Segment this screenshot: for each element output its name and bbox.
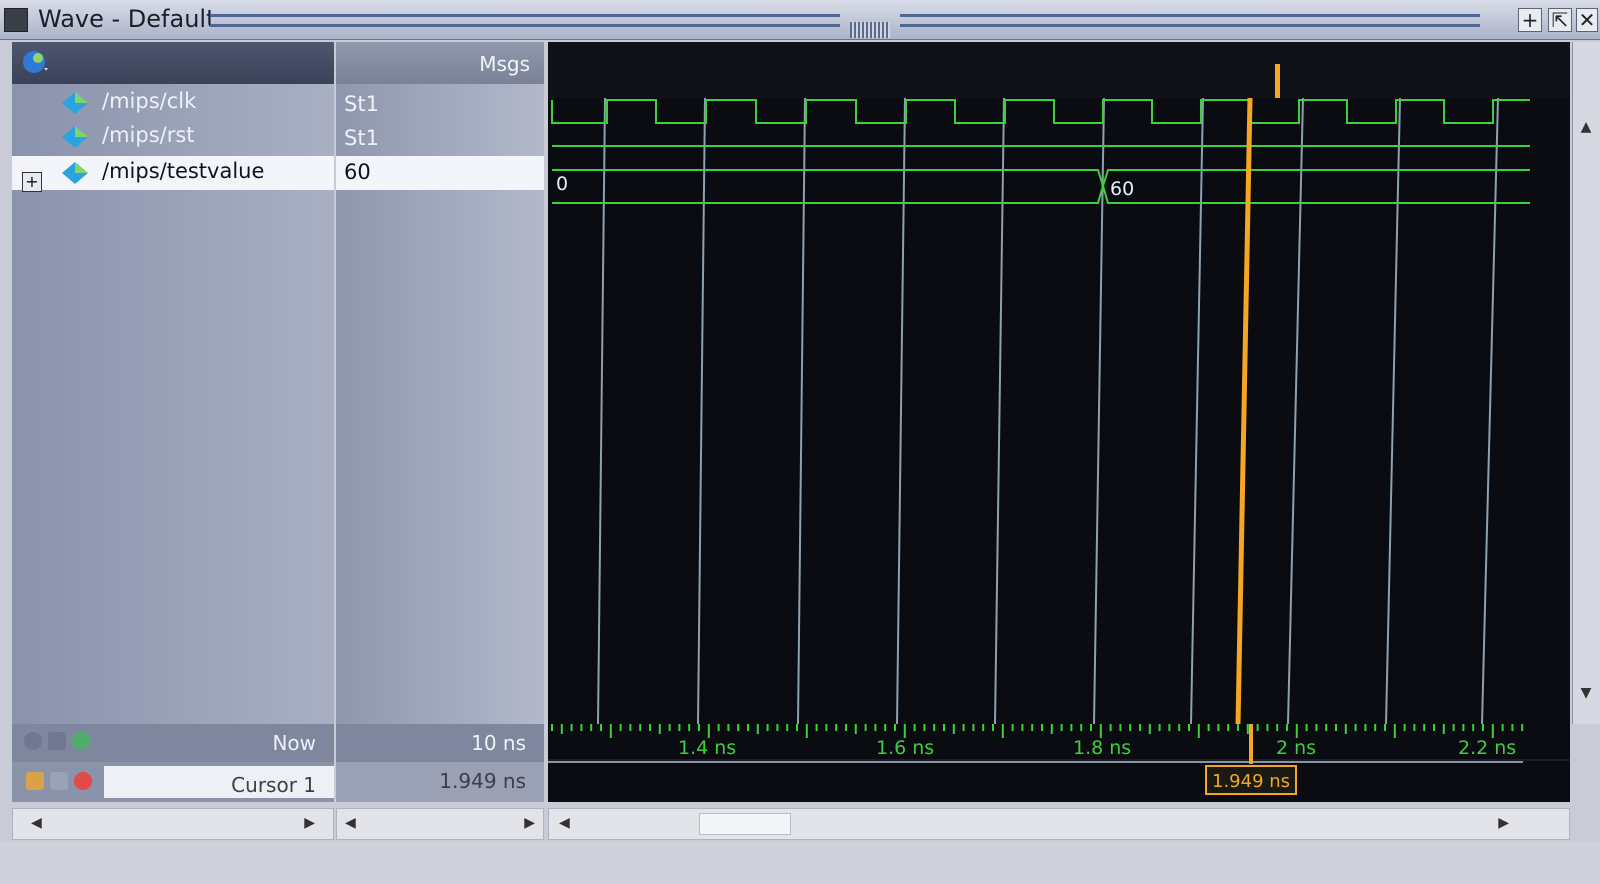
signal-name-pane[interactable]: /mips/clk /mips/rst /mips/testvalue [12,84,334,724]
waveform-svg: 0 60 [551,98,1530,724]
window-frame [0,842,1600,884]
wave-window-icon [4,8,28,32]
scroll-left-icon[interactable]: ◀ [31,815,42,831]
close-button[interactable]: ✕ [1576,8,1598,32]
signal-name: /mips/clk [102,89,197,113]
signal-diamond-icon [62,92,88,114]
signal-value: 60 [344,160,371,184]
signal-name: /mips/testvalue [102,159,265,183]
wave-header [548,42,1570,98]
drag-handle[interactable] [850,22,890,38]
signal-row-rst[interactable]: /mips/rst [12,120,334,154]
tick-label: 2.2 ns [1458,737,1516,759]
scroll-left-icon[interactable]: ◀ [345,815,356,831]
title-grip [900,24,1480,27]
value-row: St1 [336,88,544,122]
vertical-scrollbar[interactable]: ▲ ▼ [1572,42,1600,724]
cursor-value: 1.949 ns [439,769,526,793]
cursor-row[interactable]: Cursor 1 [12,762,334,802]
time-ruler[interactable]: 1.4 ns 1.6 ns 1.8 ns 2 ns 2.2 ns 1.949 n… [548,724,1570,802]
now-label: Now [272,731,316,755]
cursor-label: Cursor 1 [231,773,316,797]
remove-cursor-icon[interactable] [74,772,92,790]
undock-button[interactable]: ⇱ [1548,8,1572,32]
cursor-marker-label: 1.949 ns [1212,771,1290,792]
add-cursor-icon[interactable] [72,732,90,750]
testvalue-bus [552,169,1530,204]
time-ruler-svg: 1.4 ns 1.6 ns 1.8 ns 2 ns 2.2 ns 1.949 n… [548,724,1570,795]
bus-value-60: 60 [1110,178,1134,200]
cursor-line-top [1275,64,1280,98]
scroll-down-icon[interactable]: ▼ [1575,682,1597,704]
title-grip [900,14,1480,17]
tick-label: 1.6 ns [876,737,934,759]
ruler-ticks [551,724,1524,738]
value-row: 60 [336,156,544,190]
signal-diamond-icon [62,126,88,148]
signal-value: St1 [344,126,379,150]
signal-value-pane[interactable]: St1 St1 60 [336,84,544,724]
tick-label: 1.8 ns [1073,737,1131,759]
title-bar[interactable]: Wave - Default + ⇱ ✕ [0,0,1600,40]
scroll-left-icon[interactable]: ◀ [559,815,570,831]
title-grip [210,24,840,27]
scroll-up-icon[interactable]: ▲ [1575,116,1597,138]
now-value-cell: 10 ns [336,724,544,762]
lock-icon[interactable] [26,772,44,790]
wave-hscrollbar[interactable]: ◀ ▶ [548,808,1570,840]
clk-waveform [551,99,1530,124]
signal-diamond-icon [62,162,88,184]
signal-name: /mips/rst [102,123,195,147]
scroll-right-icon[interactable]: ▶ [524,815,535,831]
names-hscrollbar[interactable]: ◀ ▶ [12,808,334,840]
now-value: 10 ns [471,731,526,755]
zoom-icon[interactable] [24,732,42,750]
monitor-icon[interactable] [48,732,66,750]
wave-toolbar-icon[interactable] [20,48,52,76]
add-pane-button[interactable]: + [1518,8,1542,32]
expand-toggle[interactable]: + [22,172,42,192]
waveform-canvas[interactable]: 0 60 [548,98,1570,724]
scroll-right-icon[interactable]: ▶ [1498,815,1509,831]
value-row: St1 [336,122,544,156]
title-grip [210,14,840,17]
grid-lines [597,98,1499,724]
window-title: Wave - Default [38,5,216,33]
signal-row-clk[interactable]: /mips/clk [12,86,334,120]
msgs-label: Msgs [479,52,530,76]
tick-label: 2 ns [1276,737,1316,759]
bus-value-0: 0 [556,173,568,195]
now-row: Now [12,724,334,762]
signal-row-testvalue[interactable]: /mips/testvalue [12,156,334,190]
msgs-header: Msgs [336,42,544,84]
scroll-right-icon[interactable]: ▶ [304,815,315,831]
tick-label: 1.4 ns [678,737,736,759]
edit-cursor-icon[interactable] [50,772,68,790]
values-hscrollbar[interactable]: ◀ ▶ [336,808,544,840]
signal-value: St1 [344,92,379,116]
cursor-name-field[interactable]: Cursor 1 [104,766,334,798]
scroll-thumb[interactable] [699,813,791,835]
signal-names-header [12,42,334,84]
cursor-value-cell: 1.949 ns [336,762,544,802]
cursor-line [1235,98,1253,724]
